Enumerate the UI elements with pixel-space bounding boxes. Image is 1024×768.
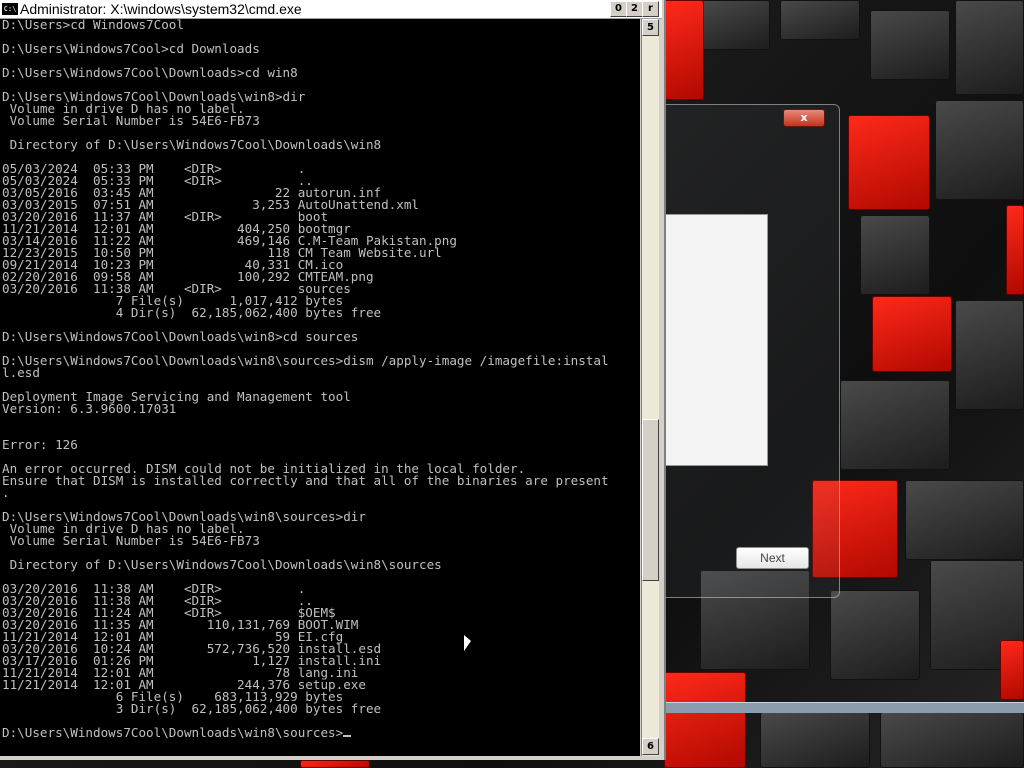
cube-red	[664, 0, 704, 100]
console-line: D:\Users\Windows7Cool\Downloads>cd win8	[2, 65, 298, 80]
cube-red	[1000, 640, 1024, 700]
cube	[830, 590, 920, 680]
console-line: D:\Users\Windows7Cool\Downloads\win8>cd …	[2, 329, 359, 344]
console-line: D:\Users\Windows7Cool\Downloads\win8\sou…	[2, 353, 609, 368]
cube	[780, 0, 860, 40]
console-line: Volume Serial Number is 54E6-FB73	[9, 533, 260, 548]
cube	[760, 712, 870, 768]
scroll-up-button[interactable]: 5	[642, 19, 659, 36]
scroll-down-button[interactable]: 6	[642, 738, 659, 755]
console-line: Error: 126	[2, 437, 78, 452]
cube	[870, 10, 950, 80]
minimize-button[interactable]: 0	[610, 1, 627, 17]
console-line: Volume Serial Number is 54E6-FB73	[9, 113, 260, 128]
console-line: .	[2, 485, 10, 500]
cube	[700, 0, 770, 50]
cube	[955, 300, 1024, 410]
cube	[860, 215, 930, 295]
mouse-pointer-icon	[464, 635, 471, 651]
scroll-thumb[interactable]	[642, 419, 659, 581]
cube	[955, 0, 1024, 95]
console-line: l.esd	[2, 365, 40, 380]
console-text: D:\Users>cd Windows7Cool D:\Users\Window…	[0, 19, 640, 739]
console-line: 4 Dir(s) 62,185,062,400 bytes free	[115, 305, 382, 320]
window-title: Administrator: X:\windows\system32\cmd.e…	[20, 1, 302, 17]
cube	[840, 380, 950, 470]
title-bar[interactable]: C:\ Administrator: X:\windows\system32\c…	[0, 0, 662, 19]
setup-content-panel	[665, 214, 768, 466]
console-line: D:\Users\Windows7Cool>cd Downloads	[2, 41, 260, 56]
cube-red	[300, 760, 370, 768]
cmd-window: C:\ Administrator: X:\windows\system32\c…	[0, 0, 666, 760]
vertical-scrollbar[interactable]: 5 6	[641, 19, 659, 756]
cmd-icon[interactable]: C:\	[2, 3, 18, 15]
console-line: Directory of D:\Users\Windows7Cool\Downl…	[9, 557, 442, 572]
cube-red	[872, 296, 952, 372]
command-prompt[interactable]: D:\Users\Windows7Cool\Downloads\win8\sou…	[2, 725, 343, 740]
console-output[interactable]: D:\Users>cd Windows7Cool D:\Users\Window…	[0, 19, 640, 756]
cube	[935, 100, 1024, 200]
cube-red	[1006, 205, 1024, 295]
cube-red	[848, 115, 930, 210]
console-line: Ensure that DISM is installed correctly …	[2, 473, 609, 488]
setup-close-button[interactable]: x	[783, 109, 825, 127]
maximize-button[interactable]: 2	[626, 1, 643, 17]
console-line: D:\Users>cd Windows7Cool	[2, 19, 184, 32]
cube-red	[664, 672, 746, 768]
close-button[interactable]: r	[642, 1, 659, 17]
taskbar-strip	[664, 702, 1024, 713]
console-line: Version: 6.3.9600.17031	[2, 401, 177, 416]
next-button[interactable]: Next	[736, 547, 809, 569]
console-line: 3 Dir(s) 62,185,062,400 bytes free	[115, 701, 382, 716]
cube	[880, 712, 1024, 768]
text-cursor	[343, 735, 352, 737]
console-line: Directory of D:\Users\Windows7Cool\Downl…	[9, 137, 382, 152]
window-bottom-border	[0, 756, 662, 760]
cube	[905, 480, 1024, 560]
